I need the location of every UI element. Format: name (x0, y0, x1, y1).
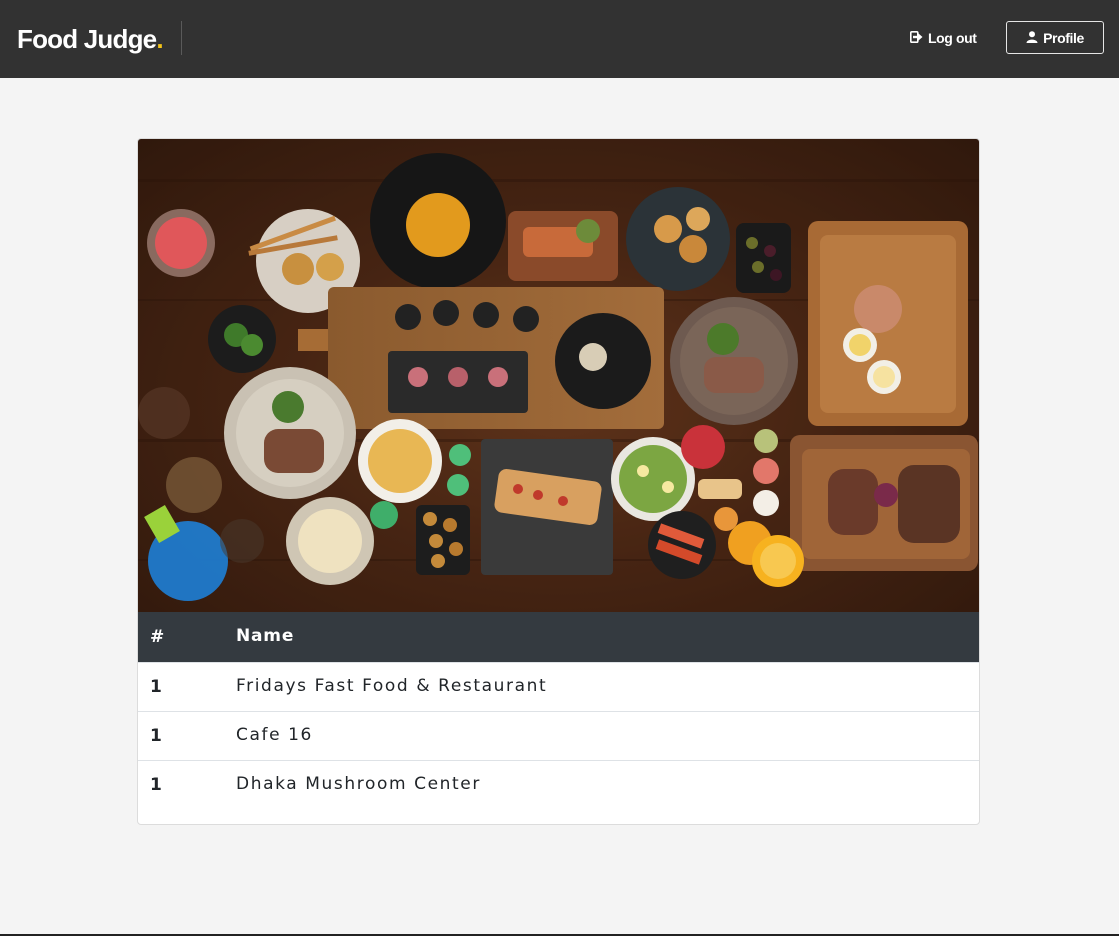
restaurant-card: # Name 1 Fridays Fast Food & Restaurant … (137, 138, 980, 825)
brand-divider (181, 21, 182, 55)
logout-label: Log out (928, 30, 977, 46)
logout-icon (910, 30, 923, 46)
table-row[interactable]: 1 Cafe 16 (138, 711, 979, 760)
profile-label: Profile (1043, 29, 1084, 46)
brand-dot: . (156, 24, 163, 54)
restaurant-name: Cafe 16 (236, 725, 313, 745)
logout-button[interactable]: Log out (910, 28, 977, 48)
restaurant-name: Dhaka Mushroom Center (236, 774, 481, 794)
profile-button[interactable]: Profile (1006, 21, 1104, 54)
brand-logo[interactable]: Food Judge. (17, 22, 164, 56)
food-spread-image (138, 139, 979, 612)
row-number: 1 (150, 775, 162, 795)
top-navbar: Food Judge. Log out Profile (0, 0, 1119, 78)
row-number: 1 (150, 677, 162, 697)
row-number: 1 (150, 726, 162, 746)
restaurant-name: Fridays Fast Food & Restaurant (236, 676, 548, 696)
user-icon (1026, 30, 1038, 46)
table-row[interactable]: 1 Fridays Fast Food & Restaurant (138, 662, 979, 711)
header-number: # (150, 627, 165, 647)
table-row[interactable]: 1 Dhaka Mushroom Center (138, 760, 979, 809)
brand-name: Food Judge (17, 24, 157, 54)
header-name: Name (236, 626, 295, 646)
table-header: # Name (138, 612, 979, 662)
